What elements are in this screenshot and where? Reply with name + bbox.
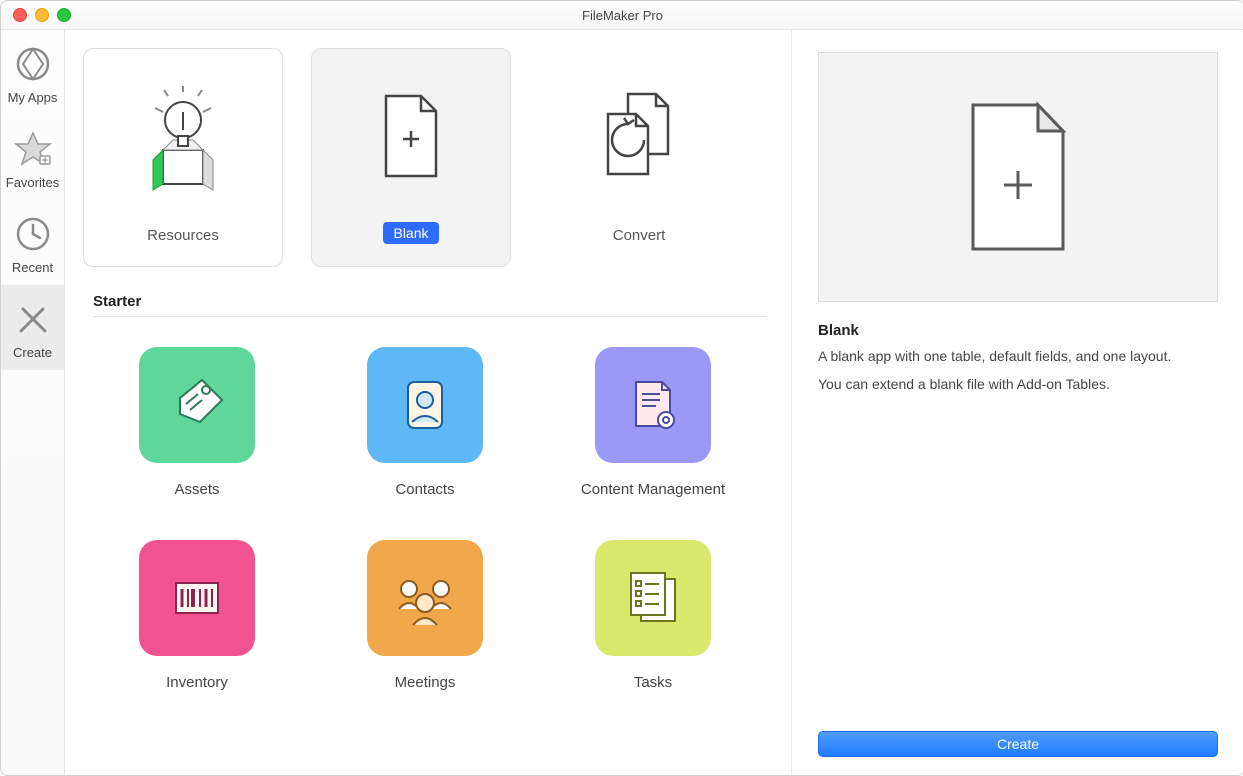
starter-item-contacts[interactable]: Contacts (311, 347, 539, 498)
app-window: FileMaker Pro My Apps Favorites Recen (0, 0, 1243, 776)
starter-item-content-management[interactable]: Content Management (539, 347, 767, 498)
detail-title: Blank (818, 322, 1218, 339)
sidebar-item-label: Recent (12, 260, 53, 275)
card-label: Resources (147, 227, 219, 244)
starter-item-meetings[interactable]: Meetings (311, 540, 539, 691)
sidebar: My Apps Favorites Recent Create (1, 30, 65, 775)
sidebar-item-favorites[interactable]: Favorites (1, 115, 64, 200)
detail-preview (818, 52, 1218, 302)
starter-item-label: Contacts (395, 481, 454, 498)
sidebar-item-label: Create (13, 345, 52, 360)
sidebar-item-recent[interactable]: Recent (1, 200, 64, 285)
convert-icon (594, 49, 684, 227)
detail-panel: Blank A blank app with one table, defaul… (791, 30, 1243, 775)
window-title: FileMaker Pro (1, 8, 1243, 23)
starter-item-label: Tasks (634, 674, 672, 691)
aperture-icon (13, 44, 53, 84)
starter-item-label: Inventory (166, 674, 228, 691)
document-plus-icon (376, 49, 446, 222)
starter-grid: Assets Contacts Content Mana (83, 347, 767, 691)
card-convert[interactable]: Convert (539, 48, 739, 267)
people-icon (367, 540, 483, 656)
titlebar: FileMaker Pro (1, 1, 1243, 30)
sidebar-item-label: My Apps (8, 90, 58, 105)
starter-heading: Starter (93, 293, 767, 317)
sidebar-item-create[interactable]: Create (1, 285, 64, 370)
tag-icon (139, 347, 255, 463)
barcode-icon (139, 540, 255, 656)
card-label: Convert (613, 227, 666, 244)
card-blank[interactable]: Blank (311, 48, 511, 267)
create-button[interactable]: Create (818, 731, 1218, 757)
detail-description-2: You can extend a blank file with Add-on … (818, 375, 1218, 395)
center-area: Resources Blank (65, 30, 791, 775)
starter-item-inventory[interactable]: Inventory (83, 540, 311, 691)
document-gear-icon (595, 347, 711, 463)
checklist-icon (595, 540, 711, 656)
id-badge-icon (367, 347, 483, 463)
starter-item-label: Assets (174, 481, 219, 498)
starter-item-assets[interactable]: Assets (83, 347, 311, 498)
clock-icon (13, 214, 53, 254)
starter-item-tasks[interactable]: Tasks (539, 540, 767, 691)
star-icon (13, 129, 53, 169)
sidebar-item-label: Favorites (6, 175, 59, 190)
document-plus-icon (958, 97, 1078, 257)
card-label: Blank (383, 222, 438, 244)
starter-item-label: Content Management (581, 481, 725, 498)
lightbulb-box-icon (133, 49, 233, 227)
card-resources[interactable]: Resources (83, 48, 283, 267)
starter-item-label: Meetings (395, 674, 456, 691)
pencil-brush-icon (13, 299, 53, 339)
sidebar-item-my-apps[interactable]: My Apps (1, 30, 64, 115)
detail-description: A blank app with one table, default fiel… (818, 347, 1218, 367)
